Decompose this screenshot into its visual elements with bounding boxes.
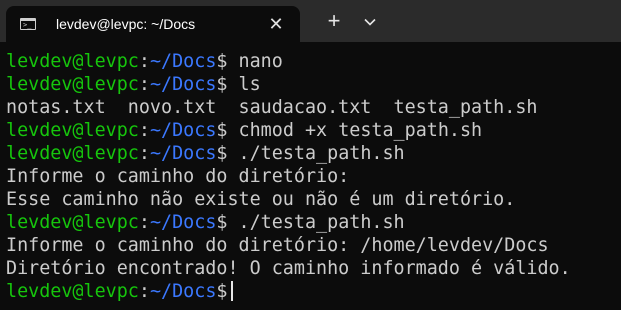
terminal-tab[interactable]: >_ levdev@levpc: ~/Docs ✕ (6, 6, 300, 42)
command-text: ./testa_path.sh (227, 212, 405, 233)
text-cursor (231, 281, 234, 301)
prompt-path: ~/Docs (149, 120, 217, 141)
title-bar: >_ levdev@levpc: ~/Docs ✕ + (0, 0, 621, 42)
prompt-user: levdev@levpc (6, 120, 139, 141)
chevron-down-icon[interactable] (358, 10, 382, 34)
output-line: Informe o caminho do diretório: (6, 166, 350, 187)
prompt-separator: : (138, 143, 150, 164)
prompt-user: levdev@levpc (6, 281, 139, 302)
terminal-icon: >_ (20, 18, 36, 30)
command-text: chmod +x testa_path.sh (227, 120, 483, 141)
command-text: ./testa_path.sh (227, 143, 405, 164)
prompt-symbol: $ (216, 74, 228, 95)
output-line: Diretório encontrado! O caminho informad… (6, 258, 571, 279)
prompt-user: levdev@levpc (6, 74, 139, 95)
prompt-user: levdev@levpc (6, 51, 139, 72)
output-line: Esse caminho não existe ou não é um dire… (6, 189, 516, 210)
prompt-path: ~/Docs (149, 281, 217, 302)
prompt-separator: : (138, 212, 150, 233)
prompt-separator: : (138, 74, 150, 95)
prompt-symbol: $ (216, 212, 228, 233)
tab-title: levdev@levpc: ~/Docs (56, 16, 196, 32)
plus-icon[interactable]: + (322, 10, 346, 34)
prompt-separator: : (138, 51, 150, 72)
prompt-path: ~/Docs (149, 51, 217, 72)
prompt-line: levdev@levpc:~/Docs$ ls (6, 73, 621, 96)
prompt-line: levdev@levpc:~/Docs$ chmod +x testa_path… (6, 119, 621, 142)
prompt-separator: : (138, 120, 150, 141)
close-icon[interactable]: ✕ (266, 14, 286, 34)
prompt-separator: : (138, 281, 150, 302)
output-line: Informe o caminho do diretório: /home/le… (6, 235, 549, 256)
prompt-path: ~/Docs (149, 143, 217, 164)
terminal-output[interactable]: levdev@levpc:~/Docs$ nano levdev@levpc:~/… (0, 42, 621, 310)
prompt-line: levdev@levpc:~/Docs$ (6, 280, 621, 303)
prompt-line: levdev@levpc:~/Docs$ nano (6, 50, 621, 73)
prompt-symbol: $ (216, 281, 228, 302)
output-line: notas.txt novo.txt saudacao.txt testa_pa… (6, 97, 538, 118)
prompt-path: ~/Docs (149, 212, 217, 233)
prompt-line: levdev@levpc:~/Docs$ ./testa_path.sh (6, 211, 621, 234)
prompt-symbol: $ (216, 120, 228, 141)
prompt-symbol: $ (216, 143, 228, 164)
prompt-user: levdev@levpc (6, 212, 139, 233)
command-text: ls (227, 74, 261, 95)
prompt-path: ~/Docs (149, 74, 217, 95)
prompt-line: levdev@levpc:~/Docs$ ./testa_path.sh (6, 142, 621, 165)
prompt-symbol: $ (216, 51, 228, 72)
command-text: nano (227, 51, 283, 72)
prompt-user: levdev@levpc (6, 143, 139, 164)
